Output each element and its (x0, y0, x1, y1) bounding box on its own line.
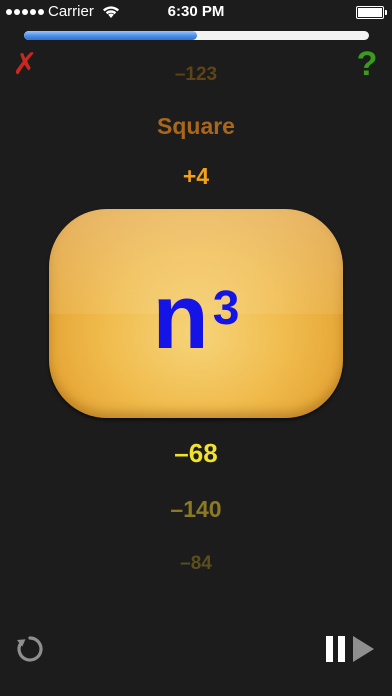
expression-text: n3 (49, 271, 343, 363)
restart-icon (17, 636, 43, 662)
pause-button[interactable] (326, 636, 346, 662)
answer-option[interactable]: –123 (0, 64, 392, 86)
pause-icon-bar (338, 636, 345, 662)
answer-option[interactable]: +4 (0, 163, 392, 190)
status-time: 6:30 PM (167, 3, 225, 20)
expression-card: n3 (49, 209, 343, 418)
quiz-progress-bar (24, 31, 369, 40)
answer-option[interactable]: Square (0, 113, 392, 140)
restart-button[interactable] (14, 633, 46, 665)
answer-option[interactable]: –84 (0, 553, 392, 575)
play-button[interactable] (353, 636, 374, 662)
answer-option[interactable]: –140 (0, 496, 392, 523)
progress-fill (24, 31, 197, 40)
status-bar: Carrier 6:30 PM (0, 0, 392, 24)
battery-icon (356, 6, 387, 19)
pause-icon (326, 636, 333, 662)
expression-exponent: 3 (212, 282, 240, 335)
answer-option[interactable]: –68 (0, 438, 392, 469)
expression-base: n (152, 266, 209, 368)
